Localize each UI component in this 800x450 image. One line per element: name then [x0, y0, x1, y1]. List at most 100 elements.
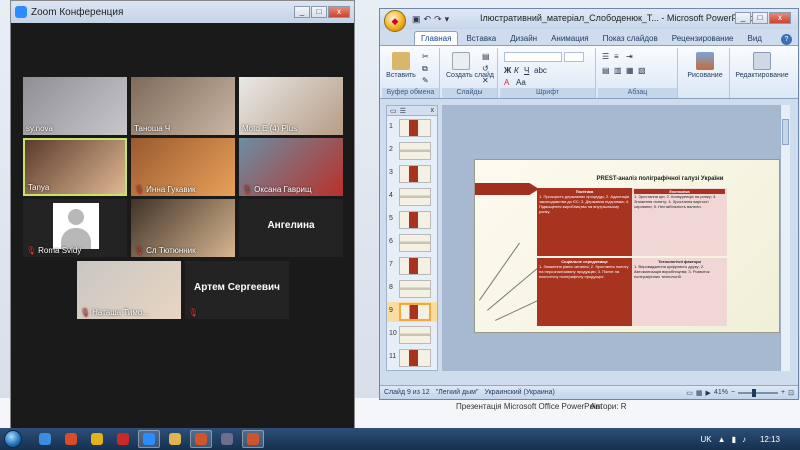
- close-pane-icon[interactable]: x: [431, 107, 435, 114]
- participant-tile[interactable]: Таноша Ч: [131, 77, 235, 135]
- tab-review[interactable]: Рецензирование: [666, 32, 740, 45]
- paste-button[interactable]: Вставить: [386, 52, 416, 79]
- font-size-field[interactable]: [564, 52, 584, 62]
- volume-icon[interactable]: ♪: [742, 435, 746, 444]
- save-icon[interactable]: ▣: [412, 14, 421, 25]
- pdf-taskbar-icon[interactable]: [112, 430, 134, 448]
- undo-icon[interactable]: ↶: [424, 14, 432, 25]
- drawing-button[interactable]: Рисование: [684, 52, 726, 79]
- bullets-icon[interactable]: ☰: [602, 52, 609, 61]
- tray-arrow-icon[interactable]: ▲: [718, 435, 726, 444]
- media-taskbar-icon[interactable]: [216, 430, 238, 448]
- bold-icon[interactable]: Ж: [504, 66, 511, 75]
- font-name-field[interactable]: [504, 52, 562, 62]
- language-indicator[interactable]: UK: [701, 435, 712, 444]
- close-button[interactable]: x: [328, 6, 350, 18]
- participant-tile[interactable]: Ангелина: [239, 199, 343, 257]
- outline-tab-icon[interactable]: ☰: [400, 107, 406, 115]
- indent-icon[interactable]: ⇥: [626, 52, 633, 61]
- fit-window-icon[interactable]: ⊡: [788, 389, 794, 397]
- layout-icon[interactable]: ▤: [482, 52, 490, 61]
- ppt-maximize-button[interactable]: □: [752, 12, 768, 24]
- maximize-button[interactable]: □: [311, 6, 327, 18]
- tab-view[interactable]: Вид: [742, 32, 768, 45]
- align-center-icon[interactable]: ▥: [614, 66, 622, 75]
- zoom-titlebar[interactable]: Zoom Конференция _ □ x: [11, 1, 354, 23]
- ppt2-taskbar-icon[interactable]: [242, 430, 264, 448]
- participant-tile[interactable]: 🎙︎ Инна Гукавик: [131, 138, 235, 196]
- office-button[interactable]: ◆: [384, 10, 406, 32]
- align-left-icon[interactable]: ▤: [602, 66, 610, 75]
- format-painter-icon[interactable]: ✎: [422, 76, 429, 85]
- zoom-taskbar-icon[interactable]: [138, 430, 160, 448]
- delete-slide-icon[interactable]: ✕: [482, 76, 489, 85]
- ppt-taskbar-icon[interactable]: [190, 430, 212, 448]
- vertical-scrollbar[interactable]: [780, 105, 790, 371]
- zoom-out-icon[interactable]: −: [731, 389, 735, 396]
- slide-thumbnail[interactable]: 4: [387, 187, 437, 207]
- slideshow-view-icon[interactable]: ▶: [706, 389, 711, 397]
- copy-icon[interactable]: ⧉: [422, 64, 428, 74]
- participant-tile[interactable]: 🎙︎ Наташа Тимо...: [77, 261, 181, 319]
- shapes-icon: [696, 52, 714, 70]
- cut-icon[interactable]: ✂: [422, 52, 429, 61]
- network-icon[interactable]: ▮: [732, 435, 736, 444]
- grow-font-icon[interactable]: Aa: [516, 78, 526, 87]
- participant-tile[interactable]: Артем Сергеевич 🎙︎: [185, 261, 289, 319]
- slide-thumbnail[interactable]: 6: [387, 233, 437, 253]
- tab-home[interactable]: Главная: [414, 31, 459, 45]
- slide-thumbnail[interactable]: 3: [387, 164, 437, 184]
- numbering-icon[interactable]: ≡: [614, 52, 619, 61]
- tab-slideshow[interactable]: Показ слайдов: [597, 32, 664, 45]
- slide-thumbnail[interactable]: 9: [387, 302, 437, 322]
- folder-taskbar-icon[interactable]: [164, 430, 186, 448]
- help-icon[interactable]: ?: [781, 34, 792, 45]
- slide-thumbnail[interactable]: 7: [387, 256, 437, 276]
- zoom-in-icon[interactable]: +: [781, 389, 785, 396]
- normal-view-icon[interactable]: ▭: [686, 389, 693, 397]
- participant-tile[interactable]: 🎙︎ Сл Тютюнник: [131, 199, 235, 257]
- start-button[interactable]: [0, 428, 26, 450]
- new-slide-button[interactable]: Создать слайд: [446, 52, 494, 79]
- editing-button[interactable]: Редактирование: [734, 52, 790, 79]
- slide-thumbnail[interactable]: 5: [387, 210, 437, 230]
- slide-thumbnail[interactable]: 11: [387, 348, 437, 368]
- current-slide[interactable]: PREST-аналіз поліграфічної галузі Україн…: [474, 159, 780, 333]
- ppt-close-button[interactable]: x: [769, 12, 791, 24]
- font-color-icon[interactable]: A: [504, 78, 509, 87]
- language-indicator[interactable]: Украинский (Украина): [484, 389, 554, 396]
- zoom-level[interactable]: 41%: [714, 389, 728, 396]
- clock[interactable]: 12:13: [760, 435, 780, 444]
- scrollbar-thumb[interactable]: [782, 119, 789, 145]
- slides-tab-icon[interactable]: ▭: [390, 107, 397, 115]
- slide-thumbnail[interactable]: 8: [387, 279, 437, 299]
- tab-design[interactable]: Дизайн: [504, 32, 543, 45]
- slide-thumbnail[interactable]: 1: [387, 118, 437, 138]
- participant-tile[interactable]: 🎙︎ Оксана Гаврищ: [239, 138, 343, 196]
- sorter-view-icon[interactable]: ▦: [696, 389, 703, 397]
- strikethrough-icon[interactable]: abc: [534, 66, 547, 75]
- align-right-icon[interactable]: ▦: [626, 66, 634, 75]
- underline-icon[interactable]: Ч: [524, 66, 529, 75]
- redo-icon[interactable]: ↷: [434, 14, 442, 25]
- tab-insert[interactable]: Вставка: [460, 32, 502, 45]
- qat-more-icon[interactable]: ▾: [445, 14, 450, 25]
- minimize-button[interactable]: _: [294, 6, 310, 18]
- zoom-slider-knob[interactable]: [752, 388, 757, 397]
- ie-taskbar-icon[interactable]: [34, 430, 56, 448]
- participant-tile[interactable]: sy.nova: [23, 77, 127, 135]
- shield-taskbar-icon[interactable]: [60, 430, 82, 448]
- slide-thumbnail[interactable]: 10: [387, 325, 437, 345]
- tab-animation[interactable]: Анимация: [545, 32, 595, 45]
- participant-tile[interactable]: Tanya: [23, 138, 127, 196]
- italic-icon[interactable]: К: [514, 66, 519, 75]
- participant-tile[interactable]: Moto E (4) Plus: [239, 77, 343, 135]
- chrome-taskbar-icon[interactable]: [86, 430, 108, 448]
- ppt-minimize-button[interactable]: _: [735, 12, 751, 24]
- reset-icon[interactable]: ↺: [482, 64, 489, 73]
- zoom-slider[interactable]: [738, 388, 779, 397]
- ppt-titlebar[interactable]: ◆ ▣ ↶ ↷ ▾ Ілюстративний_матеріал_Слободе…: [380, 9, 798, 32]
- participant-tile[interactable]: 🎙︎ Roma Svidy: [23, 199, 127, 257]
- slide-thumbnail[interactable]: 2: [387, 141, 437, 161]
- justify-icon[interactable]: ▧: [638, 66, 646, 75]
